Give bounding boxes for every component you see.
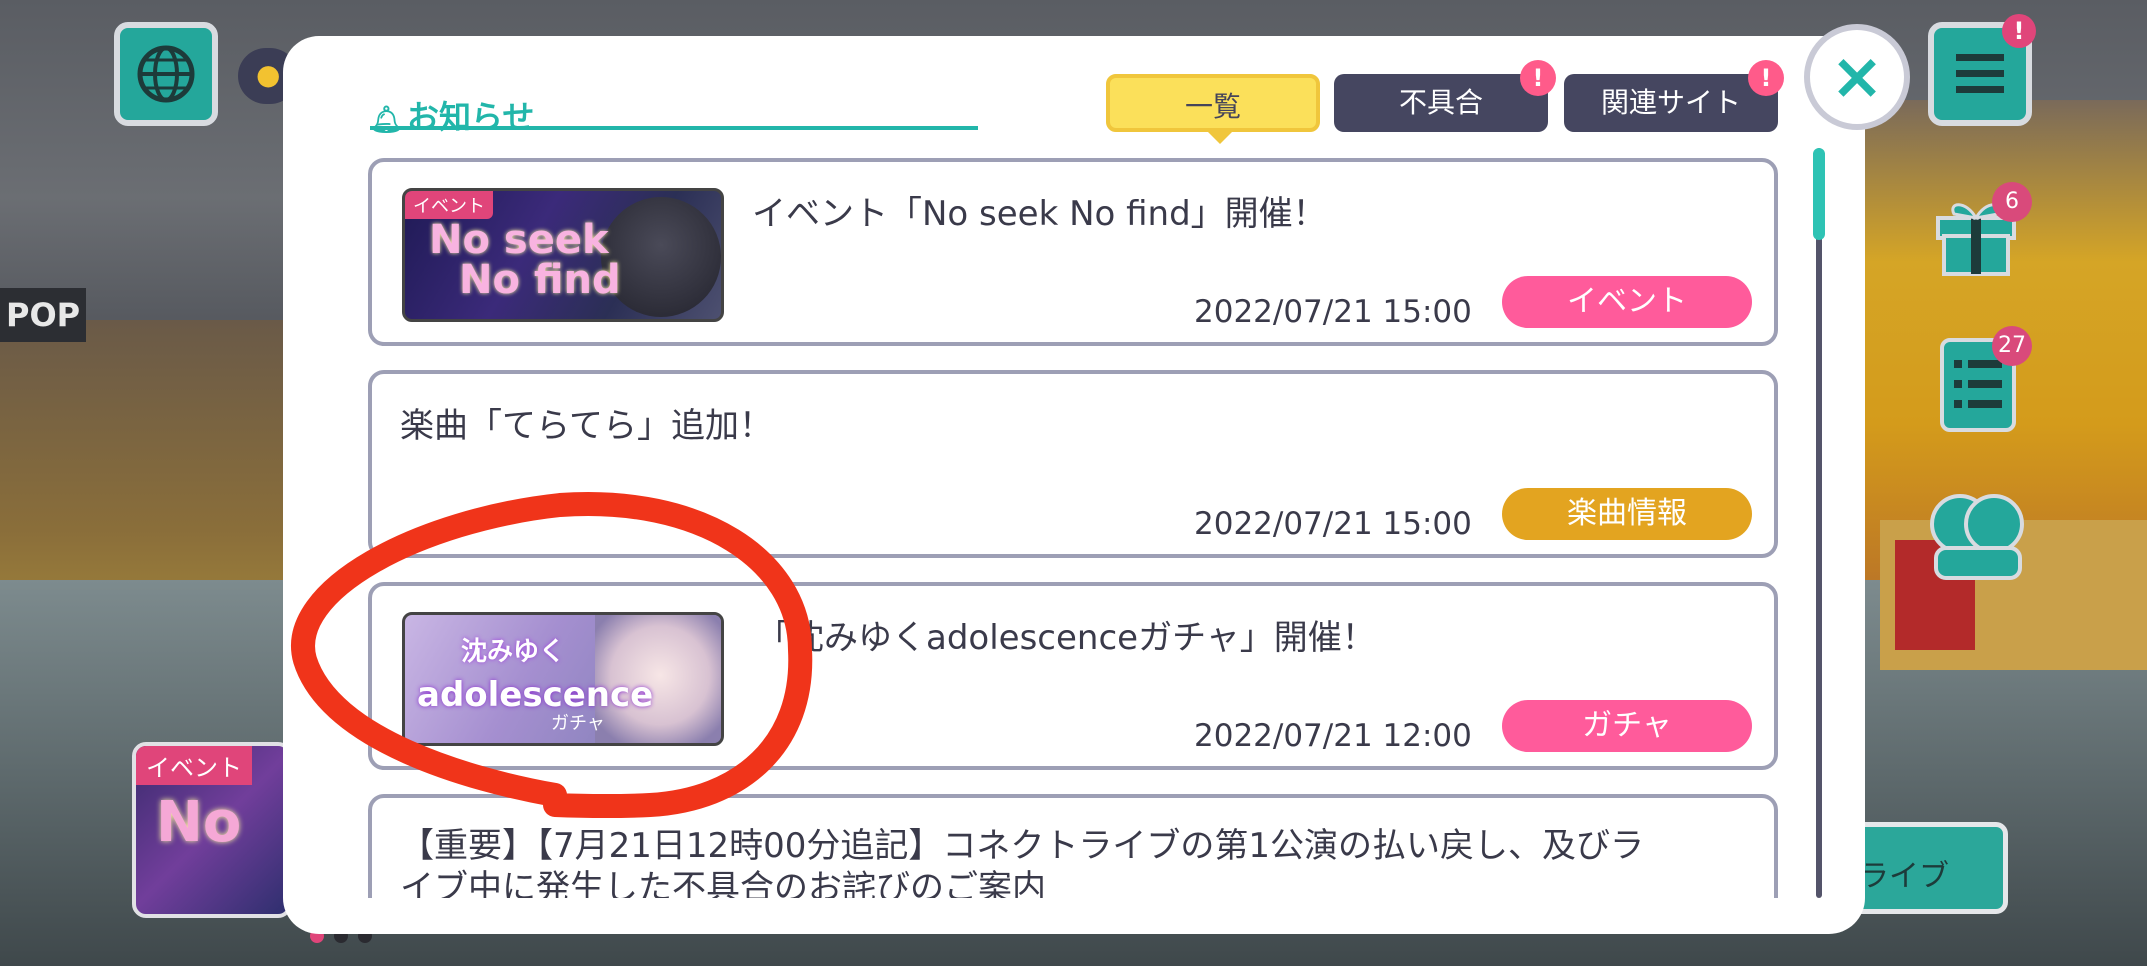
tab-bugs-label: 不具合 xyxy=(1398,86,1483,119)
category-badge: 楽曲情報 xyxy=(1502,488,1752,540)
tab-all-label: 一覧 xyxy=(1184,90,1241,123)
friends-icon xyxy=(1930,494,2024,580)
thumbnail-logo-line2: adolescence xyxy=(417,675,654,715)
news-title-line2: イブ中に発生した不具合のお詫びのご案内 xyxy=(400,868,1046,898)
scrollbar-thumb[interactable] xyxy=(1813,148,1825,240)
close-button[interactable]: × xyxy=(1804,24,1910,130)
event-thumbnail: イベント No seek No find xyxy=(402,188,724,322)
news-item-important[interactable]: 【重要】【7月21日12時00分追記】コネクトライブの第1公演の払い戻し、及びラ… xyxy=(368,794,1778,898)
dialog-title-text: お知らせ xyxy=(407,98,535,136)
bell-icon: 🔔︎ xyxy=(370,105,404,135)
scrollbar-track[interactable] xyxy=(1816,148,1822,898)
news-date: 2022/07/21 15:00 xyxy=(1194,294,1472,330)
dialog-title: 🔔︎ お知らせ xyxy=(370,92,534,138)
close-icon: × xyxy=(1830,40,1884,114)
thumbnail-logo-line2: No find xyxy=(459,257,621,303)
news-title: 「沈みゆくadolescenceガチャ」開催！ xyxy=(756,618,1376,658)
news-item-song[interactable]: 楽曲「てらてら」追加！ 2022/07/21 15:00 楽曲情報 xyxy=(368,370,1778,558)
globe-icon xyxy=(137,45,195,103)
news-title: イベント「No seek No find」開催！ xyxy=(752,194,1327,234)
tab-related-sites-alert-badge: ! xyxy=(1748,60,1784,96)
news-list: イベント No seek No find イベント「No seek No fin… xyxy=(368,158,1778,898)
menu-alert-badge: ! xyxy=(2002,14,2036,48)
tab-all[interactable]: 一覧 xyxy=(1106,74,1320,144)
category-badge: ガチャ xyxy=(1502,700,1752,752)
news-item-event[interactable]: イベント No seek No find イベント「No seek No fin… xyxy=(368,158,1778,346)
tab-related-sites-label: 関連サイト xyxy=(1600,86,1741,119)
globe-button[interactable] xyxy=(114,22,218,126)
thumbnail-tag: イベント xyxy=(405,191,493,219)
category-badge: イベント xyxy=(1502,276,1752,328)
friends-button[interactable] xyxy=(1922,478,2032,588)
gift-count-badge: 6 xyxy=(1992,182,2032,222)
live-button[interactable]: ライブ xyxy=(1848,822,2008,914)
pop-sign: POP xyxy=(0,288,86,342)
gacha-thumbnail: 沈みゆく adolescence ガチャ xyxy=(402,612,724,746)
hamburger-menu-icon xyxy=(1956,54,2004,93)
news-date: 2022/07/21 15:00 xyxy=(1194,506,1472,542)
thumbnail-logo-line1: 沈みゆく xyxy=(461,637,566,667)
news-date: 2022/07/21 12:00 xyxy=(1194,718,1472,754)
event-card-logo: No xyxy=(156,790,242,855)
news-title: 楽曲「てらてら」追加！ xyxy=(400,406,773,446)
home-event-banner[interactable]: イベント No xyxy=(132,742,292,918)
location-pin-icon: ● xyxy=(256,58,281,91)
event-card-tag: イベント xyxy=(136,746,252,785)
tab-related-sites[interactable]: 関連サイト xyxy=(1564,74,1778,132)
news-item-gacha[interactable]: 沈みゆく adolescence ガチャ 「沈みゆくadolescenceガチャ… xyxy=(368,582,1778,770)
title-underline xyxy=(370,126,978,130)
mission-count-badge: 27 xyxy=(1992,326,2032,366)
thumbnail-logo-line3: ガチャ xyxy=(551,713,605,734)
tab-bugs-alert-badge: ! xyxy=(1520,60,1556,96)
tab-bugs[interactable]: 不具合 xyxy=(1334,74,1548,132)
